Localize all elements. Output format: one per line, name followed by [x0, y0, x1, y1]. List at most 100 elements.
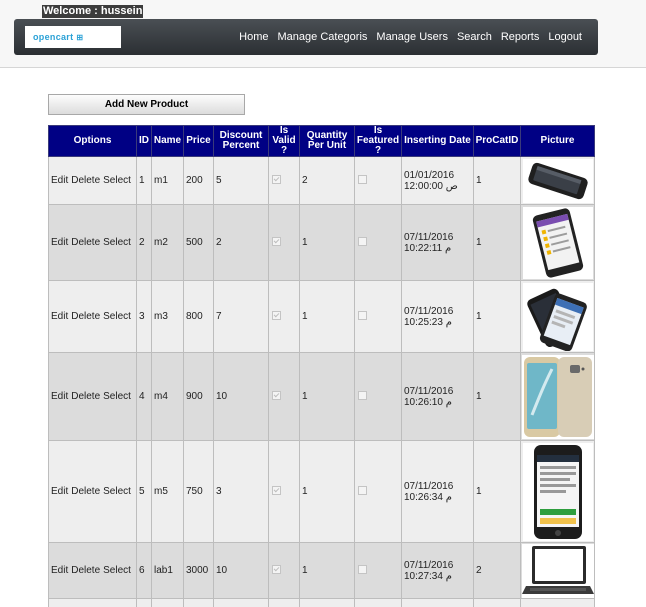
header-price: Price — [183, 125, 214, 157]
cell-discount: 7 — [213, 280, 269, 353]
edit-link[interactable]: Edit — [51, 311, 68, 322]
edit-link[interactable]: Edit — [51, 486, 68, 497]
opencart-logo[interactable]: opencart ⊞ — [25, 26, 121, 48]
cell-inserting-date: 07/11/2016 10:26:10 م — [401, 352, 474, 441]
cell-name: m4 — [151, 352, 184, 441]
add-new-product-button[interactable]: Add New Product — [48, 94, 245, 115]
row-options — [48, 598, 137, 607]
select-link[interactable]: Select — [103, 391, 131, 402]
cell-name: m3 — [151, 280, 184, 353]
product-image — [522, 158, 593, 203]
header-options: Options — [48, 125, 137, 157]
delete-link[interactable]: Delete — [71, 565, 100, 576]
cell-quantity: 1 — [299, 280, 355, 353]
delete-link[interactable]: Delete — [71, 486, 100, 497]
nav-reports[interactable]: Reports — [501, 31, 540, 43]
header-procatid: ProCatID — [473, 125, 521, 157]
product-image — [522, 206, 593, 279]
cell-id: 6 — [136, 542, 152, 599]
is-featured-checkbox — [358, 174, 367, 184]
header-picture: Picture — [520, 125, 595, 157]
is-valid-checkbox — [272, 564, 281, 574]
cell-procatid: 2 — [473, 542, 521, 599]
select-link[interactable]: Select — [103, 175, 131, 186]
table-row: Edit Delete Select 2 m2 500 2 1 07/11/2016… — [48, 204, 595, 281]
header-discount-percent: Discount Percent — [213, 125, 269, 157]
table-row: Edit Delete Select 6 lab1 3000 10 1 07/11/… — [48, 542, 595, 599]
header-quantity-per-unit: Quantity Per Unit — [299, 125, 355, 157]
table-row: Edit Delete Select 4 m4 900 10 1 07/11/201… — [48, 352, 595, 441]
cell-price: 750 — [183, 440, 214, 543]
header-id: ID — [136, 125, 152, 157]
cell-inserting-date: 01/01/2016 12:00:00 ص — [401, 156, 474, 205]
cell-quantity — [299, 598, 355, 607]
is-featured-checkbox — [358, 485, 367, 495]
header-name: Name — [151, 125, 184, 157]
product-image — [522, 442, 593, 541]
select-link[interactable]: Select — [103, 486, 131, 497]
cell-price: 500 — [183, 204, 214, 281]
cell-quantity: 1 — [299, 204, 355, 281]
cell-quantity: 1 — [299, 542, 355, 599]
is-featured-checkbox — [358, 390, 367, 400]
select-link[interactable]: Select — [103, 237, 131, 248]
product-image — [521, 543, 594, 598]
cell-quantity: 2 — [299, 156, 355, 205]
cell-price: 800 — [183, 280, 214, 353]
logo-text: opencart — [33, 32, 74, 42]
cell-id: 4 — [136, 352, 152, 441]
is-valid-checkbox — [272, 236, 281, 246]
edit-link[interactable]: Edit — [51, 237, 68, 248]
cell-price: 3000 — [183, 542, 214, 599]
cell-inserting-date: 07/11/2016 10:25:23 م — [401, 280, 474, 353]
header-inserting-date: Inserting Date — [401, 125, 474, 157]
cell-procatid: 1 — [473, 204, 521, 281]
cell-is-valid — [268, 598, 300, 607]
header-is-featured: Is Featured ? — [354, 125, 402, 157]
nav-home[interactable]: Home — [239, 31, 268, 43]
cell-name — [151, 598, 184, 607]
cell-discount: 10 — [213, 542, 269, 599]
nav-logout[interactable]: Logout — [548, 31, 582, 43]
nav-manage-categories[interactable]: Manage Categoris — [278, 31, 368, 43]
cell-is-featured — [354, 440, 402, 543]
cell-price: 900 — [183, 352, 214, 441]
row-options: Edit Delete Select — [48, 204, 137, 281]
is-valid-checkbox — [272, 390, 281, 400]
cell-picture — [520, 352, 595, 441]
delete-link[interactable]: Delete — [71, 175, 100, 186]
cell-is-valid — [268, 280, 300, 353]
cell-is-valid — [268, 440, 300, 543]
is-valid-checkbox — [272, 310, 281, 320]
is-valid-checkbox — [272, 485, 281, 495]
cell-discount: 2 — [213, 204, 269, 281]
edit-link[interactable]: Edit — [51, 175, 68, 186]
cell-is-featured — [354, 352, 402, 441]
delete-link[interactable]: Delete — [71, 311, 100, 322]
nav-manage-users[interactable]: Manage Users — [376, 31, 448, 43]
edit-link[interactable]: Edit — [51, 565, 68, 576]
cell-discount: 10 — [213, 352, 269, 441]
cell-name: m5 — [151, 440, 184, 543]
edit-link[interactable]: Edit — [51, 391, 68, 402]
table-row: Edit Delete Select 5 m5 750 3 1 07/11/2016… — [48, 440, 595, 543]
cell-id: 2 — [136, 204, 152, 281]
row-options: Edit Delete Select — [48, 280, 137, 353]
is-featured-checkbox — [358, 236, 367, 246]
nav-search[interactable]: Search — [457, 31, 492, 43]
cell-is-featured — [354, 542, 402, 599]
row-options: Edit Delete Select — [48, 440, 137, 543]
select-link[interactable]: Select — [103, 311, 131, 322]
cell-price: 200 — [183, 156, 214, 205]
welcome-text: Welcome : hussein — [42, 5, 144, 18]
cell-inserting-date — [401, 598, 474, 607]
select-link[interactable]: Select — [103, 565, 131, 576]
cell-discount: 5 — [213, 156, 269, 205]
delete-link[interactable]: Delete — [71, 391, 100, 402]
cell-procatid: 1 — [473, 280, 521, 353]
header-band: Welcome : hussein opencart ⊞ Home Manage… — [0, 0, 646, 68]
cell-id: 3 — [136, 280, 152, 353]
page: Welcome : hussein opencart ⊞ Home Manage… — [0, 0, 646, 607]
nav-links: Home Manage Categoris Manage Users Searc… — [230, 19, 582, 55]
delete-link[interactable]: Delete — [71, 237, 100, 248]
